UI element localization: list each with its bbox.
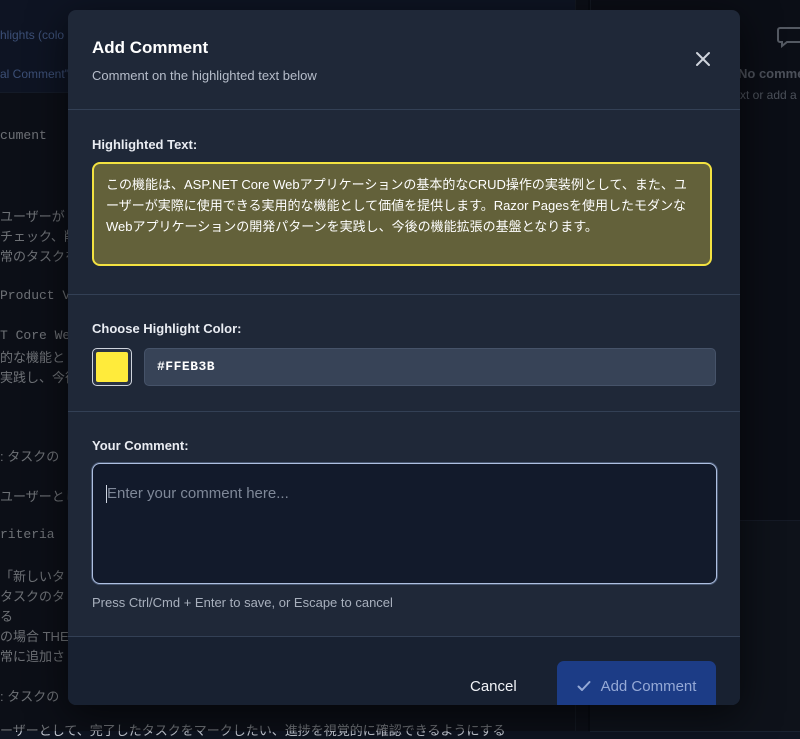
add-comment-dialog: Add Comment Comment on the highlighted t… (68, 10, 740, 705)
color-hex-input[interactable]: #FFEB3B (144, 348, 716, 386)
comment-textarea[interactable]: Enter your comment here... (92, 463, 717, 584)
dialog-title: Add Comment (92, 38, 209, 57)
highlight-color-label: Choose Highlight Color: (92, 321, 242, 336)
dialog-footer: Cancel Add Comment (68, 636, 740, 705)
close-button[interactable] (690, 46, 716, 72)
dialog-subtitle: Comment on the highlighted text below (92, 68, 317, 83)
comment-placeholder: Enter your comment here... (107, 485, 289, 502)
dialog-header: Add Comment Comment on the highlighted t… (68, 10, 740, 110)
highlighted-text-preview: この機能は、ASP.NET Core Webアプリケーションの基本的なCRUD操… (92, 162, 712, 266)
close-icon (696, 52, 710, 66)
color-swatch-fill (96, 352, 128, 382)
add-comment-button[interactable]: Add Comment (557, 661, 716, 705)
comment-label: Your Comment: (92, 438, 189, 453)
cancel-button[interactable]: Cancel (470, 678, 517, 695)
add-comment-label: Add Comment (600, 677, 697, 695)
check-icon (577, 681, 591, 691)
section-divider (68, 294, 740, 295)
color-picker-swatch[interactable] (92, 348, 132, 386)
keyboard-hint: Press Ctrl/Cmd + Enter to save, or Escap… (92, 595, 393, 610)
highlighted-text-label: Highlighted Text: (92, 137, 198, 152)
section-divider (68, 411, 740, 412)
